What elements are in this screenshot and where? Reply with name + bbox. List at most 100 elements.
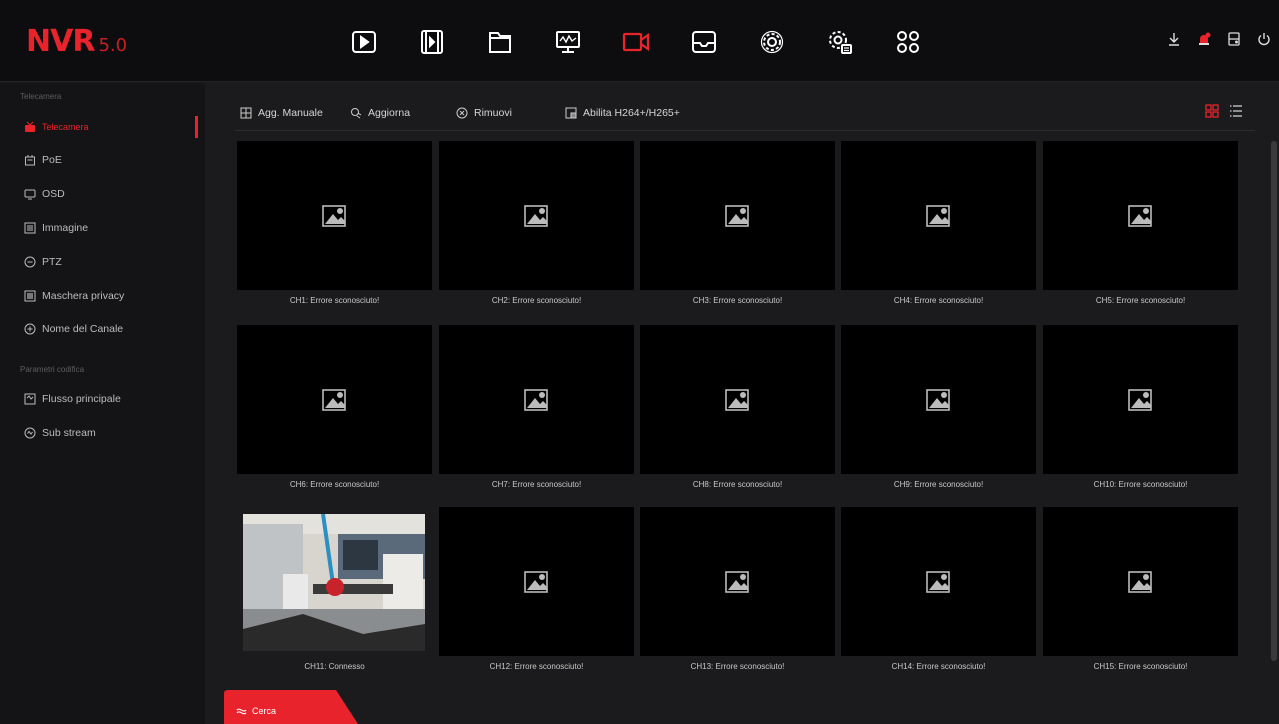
sidebar-item-ptz[interactable]: PTZ (0, 249, 205, 275)
channel-label: CH2: Errore sconosciuto! (491, 296, 582, 305)
channel-preview[interactable] (1043, 325, 1238, 474)
apps-icon[interactable] (874, 24, 942, 60)
channel-cell[interactable]: CH15: Errore sconosciuto! (1043, 507, 1238, 671)
sidebar: Telecamera Telecamera PoE OSD Immagine P… (0, 83, 205, 724)
refresh-button[interactable]: Aggiorna (350, 103, 410, 123)
channel-cell[interactable]: CH7: Errore sconosciuto! (439, 325, 634, 489)
channel-preview[interactable] (439, 507, 634, 656)
poe-icon (24, 154, 36, 166)
channel-cell[interactable]: CH5: Errore sconosciuto! (1043, 141, 1238, 305)
image-placeholder-icon (321, 388, 346, 411)
channel-label: CH8: Errore sconosciuto! (692, 480, 783, 489)
channel-preview[interactable] (439, 141, 634, 290)
channel-preview[interactable] (640, 507, 835, 656)
channel-cell[interactable]: CH9: Errore sconosciuto! (841, 325, 1036, 489)
camera-icon[interactable] (602, 24, 670, 60)
channel-label: CH4: Errore sconosciuto! (893, 296, 984, 305)
channel-preview[interactable] (640, 141, 835, 290)
channel-label: CH5: Errore sconosciuto! (1095, 296, 1186, 305)
osd-icon (24, 188, 36, 200)
channel-preview[interactable] (841, 141, 1036, 290)
playback-icon[interactable] (330, 24, 398, 60)
image-placeholder-icon (1127, 388, 1152, 411)
grid-view-icon[interactable] (1204, 103, 1220, 119)
image-placeholder-icon (925, 570, 950, 593)
channel-cell[interactable]: CH14: Errore sconosciuto! (841, 507, 1036, 671)
channel-cell[interactable]: CH6: Errore sconosciuto! (237, 325, 432, 489)
channel-cell[interactable]: CH10: Errore sconosciuto! (1043, 325, 1238, 489)
channel-label: CH15: Errore sconosciuto! (1093, 662, 1188, 671)
image-placeholder-icon (523, 204, 548, 227)
camera-icon (24, 121, 36, 133)
channel-preview[interactable] (237, 325, 432, 474)
channel-label: CH7: Errore sconosciuto! (491, 480, 582, 489)
sidebar-item-poe[interactable]: PoE (0, 147, 205, 173)
channel-preview[interactable] (1043, 141, 1238, 290)
remove-button[interactable]: Rimuovi (456, 103, 512, 123)
add-manual-button[interactable]: Agg. Manuale (240, 103, 323, 123)
sub-stream-icon (24, 427, 36, 439)
image-placeholder-icon (925, 388, 950, 411)
sidebar-item-label: Immagine (42, 222, 89, 234)
channel-preview[interactable] (237, 141, 432, 290)
sidebar-item-osd[interactable]: OSD (0, 181, 205, 207)
channel-label: CH6: Errore sconosciuto! (289, 480, 380, 489)
channel-cell[interactable]: CH2: Errore sconosciuto! (439, 141, 634, 305)
channel-preview[interactable] (1043, 507, 1238, 656)
storage-icon[interactable] (1225, 30, 1243, 48)
power-icon[interactable] (1255, 30, 1273, 48)
list-view-icon[interactable] (1228, 103, 1244, 119)
sidebar-item-immagine[interactable]: Immagine (0, 215, 205, 241)
monitor-icon[interactable] (534, 24, 602, 60)
channel-cell[interactable]: CH13: Errore sconosciuto! (640, 507, 835, 671)
channel-cell[interactable]: CH4: Errore sconosciuto! (841, 141, 1036, 305)
sidebar-section-camera: Telecamera (20, 92, 62, 101)
channel-cell[interactable]: CH8: Errore sconosciuto! (640, 325, 835, 489)
folder-icon[interactable] (466, 24, 534, 60)
advanced-settings-icon[interactable] (806, 24, 874, 60)
sidebar-item-label: Sub stream (42, 427, 96, 439)
top-right-controls (1165, 30, 1273, 48)
channel-cell[interactable]: CH11: Connesso (237, 507, 432, 671)
top-bar: NVR 5.0 (0, 0, 1279, 82)
channel-cell[interactable]: CH3: Errore sconosciuto! (640, 141, 835, 305)
channel-preview[interactable] (640, 325, 835, 474)
channel-preview[interactable] (237, 507, 432, 656)
sidebar-item-flusso-principale[interactable]: Flusso principale (0, 386, 205, 412)
channel-name-icon (24, 323, 36, 335)
sidebar-item-sub-stream[interactable]: Sub stream (0, 420, 205, 446)
active-indicator (195, 116, 198, 138)
download-icon[interactable] (1165, 30, 1183, 48)
sidebar-item-nome-canale[interactable]: Nome del Canale (0, 316, 205, 342)
channel-preview[interactable] (841, 325, 1036, 474)
channel-preview[interactable] (841, 507, 1036, 656)
sidebar-item-telecamera[interactable]: Telecamera (0, 114, 205, 140)
remove-icon (456, 107, 468, 119)
channel-label: CH13: Errore sconosciuto! (690, 662, 785, 671)
channel-cell[interactable]: CH1: Errore sconosciuto! (237, 141, 432, 305)
image-placeholder-icon (724, 204, 749, 227)
channel-cell[interactable]: CH12: Errore sconosciuto! (439, 507, 634, 671)
sidebar-item-label: PoE (42, 154, 62, 166)
ptz-icon (24, 256, 36, 268)
channel-preview[interactable] (439, 325, 634, 474)
toolbar: Agg. Manuale Aggiorna Rimuovi Abilita H2… (235, 97, 1255, 131)
inbox-icon[interactable] (670, 24, 738, 60)
search-button[interactable]: Cerca (224, 690, 358, 724)
settings-icon[interactable] (738, 24, 806, 60)
sidebar-item-label: Telecamera (42, 122, 89, 132)
channel-label: CH10: Errore sconosciuto! (1093, 480, 1188, 489)
sidebar-item-label: Flusso principale (42, 393, 121, 405)
enable-h264-button[interactable]: Abilita H264+/H265+ (565, 103, 680, 123)
image-placeholder-icon (1127, 570, 1152, 593)
alarm-icon[interactable] (1195, 30, 1213, 48)
scrollbar[interactable] (1271, 141, 1277, 661)
search-label: Cerca (252, 706, 277, 716)
video-file-icon[interactable] (398, 24, 466, 60)
live-camera-image (243, 514, 425, 651)
privacy-mask-icon (24, 290, 36, 302)
image-placeholder-icon (1127, 204, 1152, 227)
sidebar-item-maschera-privacy[interactable]: Maschera privacy (0, 283, 205, 309)
image-placeholder-icon (321, 204, 346, 227)
image-icon (24, 222, 36, 234)
